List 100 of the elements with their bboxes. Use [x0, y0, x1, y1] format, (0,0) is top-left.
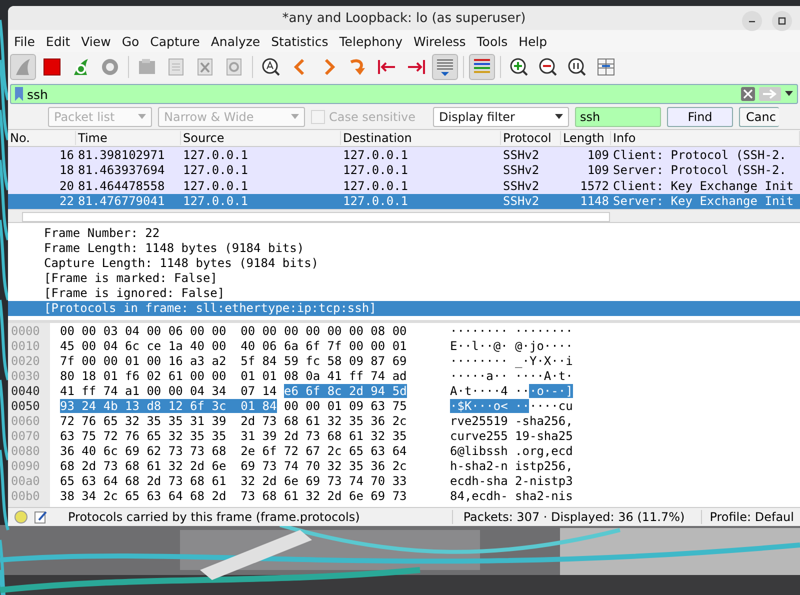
- packet-row[interactable]: 16 81.398102971 127.0.0.1 127.0.0.1 SSHv2 109 Client: Protocol (SSH-2.: [8, 147, 800, 162]
- byte-offset: 0090: [10, 459, 41, 474]
- ascii-text: ·$K···o< ··: [450, 399, 530, 413]
- table-cell-text: 127.0.0.1: [182, 163, 250, 178]
- menu-item[interactable]: Wireless: [413, 34, 466, 48]
- clear-icon[interactable]: [741, 87, 755, 101]
- column-header[interactable]: Source: [181, 131, 341, 145]
- packet-row[interactable]: 20 81.464478558 127.0.0.1 127.0.0.1 SSHv2 1572 Client: Key Exchange Init: [8, 178, 800, 194]
- maximize-button[interactable]: [772, 11, 792, 31]
- byte-offset: 0060: [10, 414, 41, 429]
- zoom-in-icon: [508, 56, 530, 78]
- toolbar-button[interactable]: [432, 54, 458, 80]
- table-cell-text: 16: [58, 148, 75, 162]
- caret-icon: [138, 114, 146, 120]
- bookmark-icon[interactable]: [15, 87, 23, 101]
- status-indicator-icon[interactable]: [14, 510, 28, 524]
- table-cell-text: 81.476779041: [77, 194, 166, 208]
- find-button[interactable]: Find: [667, 107, 733, 127]
- ascii-text: ·o·-·]: [529, 384, 573, 398]
- ascii-text: ····cu: [529, 399, 573, 413]
- column-header[interactable]: Info: [611, 131, 800, 145]
- display-filter-field[interactable]: ssh: [10, 84, 798, 104]
- detail-line[interactable]: Capture Length: 1148 bytes (9184 bits): [8, 256, 800, 271]
- zoom-reset-icon: [566, 56, 588, 78]
- menu-item[interactable]: View: [81, 34, 111, 48]
- column-header[interactable]: Destination: [341, 131, 501, 145]
- gear-icon: [99, 56, 121, 78]
- hex-bytes: 93 24 4b 13 d8 12 6f 3c 01 84: [60, 399, 277, 413]
- table-cell-text: 20: [58, 178, 75, 193]
- menu-item[interactable]: Analyze: [210, 34, 260, 48]
- edit-icon[interactable]: [34, 510, 48, 524]
- horizontal-scrollbar[interactable]: [8, 209, 800, 222]
- ascii-text: A·t····4 ··: [450, 384, 530, 398]
- ascii-text: 6@libssh .org,ecd: [450, 444, 573, 458]
- profile-text[interactable]: Profile: Defaul: [700, 510, 794, 524]
- column-header[interactable]: Protocol: [501, 131, 561, 145]
- cancel-button[interactable]: Canc: [739, 107, 779, 127]
- hex-bytes: 45 00 04 6c ce 1a 40 00 40 06 6a 6f 7f 00 00 01: [60, 339, 407, 353]
- hex-bytes: 36 40 6c 69 62 73 73 68 2e 6f 72 67 2c 65 63 64: [60, 444, 407, 458]
- table-cell-text: 1572: [579, 178, 610, 193]
- window-title: *any and Loopback: lo (as superuser): [282, 10, 526, 26]
- hex-bytes: 7f 00 00 01 00 16 a3 a2 5f 84 59 fc 58 09 87 69: [60, 354, 407, 368]
- menu-item[interactable]: Help: [518, 34, 548, 48]
- menu-item[interactable]: Edit: [46, 34, 70, 48]
- stop-icon: [41, 56, 63, 78]
- detail-line[interactable]: Frame Number: 22: [8, 226, 800, 241]
- search-type-dropdown[interactable]: Display filter: [433, 107, 569, 127]
- column-header[interactable]: No.: [8, 131, 76, 145]
- hex-bytes: 00 00 03 04 00 06 00 00 00 00 00 00 00 00 08 00: [60, 324, 407, 338]
- column-header[interactable]: Length: [561, 131, 611, 145]
- ascii-text: ········ _·Y·X··i: [450, 354, 573, 368]
- menu-item[interactable]: Statistics: [271, 34, 328, 48]
- table-cell-text: 109: [586, 163, 610, 178]
- byte-offset: 0020: [10, 354, 41, 369]
- ascii-text: ecdh-sha 2-nistp3: [450, 474, 573, 488]
- byte-offset: 0000: [10, 324, 41, 339]
- menu-item[interactable]: File: [14, 34, 35, 48]
- byte-offset: 0080: [10, 444, 41, 459]
- detail-line[interactable]: [Frame is marked: False]: [8, 271, 800, 286]
- table-cell-text: 22: [58, 194, 75, 208]
- zoom-out-icon: [537, 56, 559, 78]
- packet-row[interactable]: 22 81.476779041 127.0.0.1 127.0.0.1 SSHv2 1148 Server: Key Exchange Init: [8, 194, 800, 209]
- ascii-text: ········ ········: [450, 324, 573, 338]
- menu-item[interactable]: Tools: [476, 34, 508, 48]
- table-cell-text: 109: [586, 148, 610, 162]
- table-cell-text: SSHv2: [502, 194, 540, 208]
- table-cell-text: 1148: [579, 194, 610, 208]
- table-cell-text: SSHv2: [502, 148, 540, 162]
- table-cell-text: Server: Protocol (SSH-2.: [612, 163, 788, 178]
- menu-item[interactable]: Capture: [150, 34, 200, 48]
- menu-item[interactable]: Telephony: [339, 34, 402, 48]
- packet-count-text: Packets: 307 · Displayed: 36 (11.7%): [452, 510, 695, 524]
- hex-bytes: 00 00 01 09 63 75: [282, 399, 407, 413]
- packet-row[interactable]: 18 81.463937694 127.0.0.1 127.0.0.1 SSHv2 109 Server: Protocol (SSH-2.: [8, 162, 800, 178]
- resize-columns-icon: [595, 56, 617, 78]
- search-field[interactable]: ssh: [575, 107, 661, 127]
- hex-bytes: 80 18 01 f6 02 61 00 00 01 01 08 0a 41 ff 74 ad: [60, 369, 407, 383]
- table-cell-text: 127.0.0.1: [342, 194, 410, 208]
- detail-line[interactable]: Frame Length: 1148 bytes (9184 bits): [8, 241, 800, 256]
- ascii-text: h-sha2-n istp256,: [450, 459, 573, 473]
- ascii-text: ·····a·· ····A·t·: [450, 369, 573, 383]
- menu-item[interactable]: Go: [122, 34, 140, 48]
- table-cell-text: Client: Protocol (SSH-2.: [612, 148, 788, 162]
- table-cell-text: 81.463937694: [77, 163, 166, 178]
- table-cell-text: SSHv2: [502, 163, 540, 178]
- caret-icon: [555, 114, 563, 120]
- caret-icon[interactable]: [785, 91, 793, 97]
- ascii-text: rve25519 -sha256,: [450, 414, 573, 428]
- byte-offset: 0040: [10, 384, 41, 399]
- minimize-button[interactable]: [742, 11, 762, 31]
- ascii-text: E··l··@· @·jo····: [450, 339, 573, 353]
- byte-offset: 0030: [10, 369, 41, 384]
- hex-bytes: 65 63 64 68 2d 73 68 61 32 2d 6e 69 73 74 70 33: [60, 474, 407, 488]
- byte-offset: 00b0: [10, 489, 41, 504]
- column-header[interactable]: Time: [76, 131, 181, 145]
- hex-bytes: 68 2d 73 68 61 32 2d 6e 69 73 74 70 32 35 36 2c: [60, 459, 407, 473]
- table-cell-text: 127.0.0.1: [182, 178, 250, 193]
- table-cell-text: 127.0.0.1: [342, 148, 410, 162]
- table-cell-text: Server: Key Exchange Init: [612, 194, 795, 208]
- detail-line[interactable]: [Frame is ignored: False]: [8, 286, 800, 301]
